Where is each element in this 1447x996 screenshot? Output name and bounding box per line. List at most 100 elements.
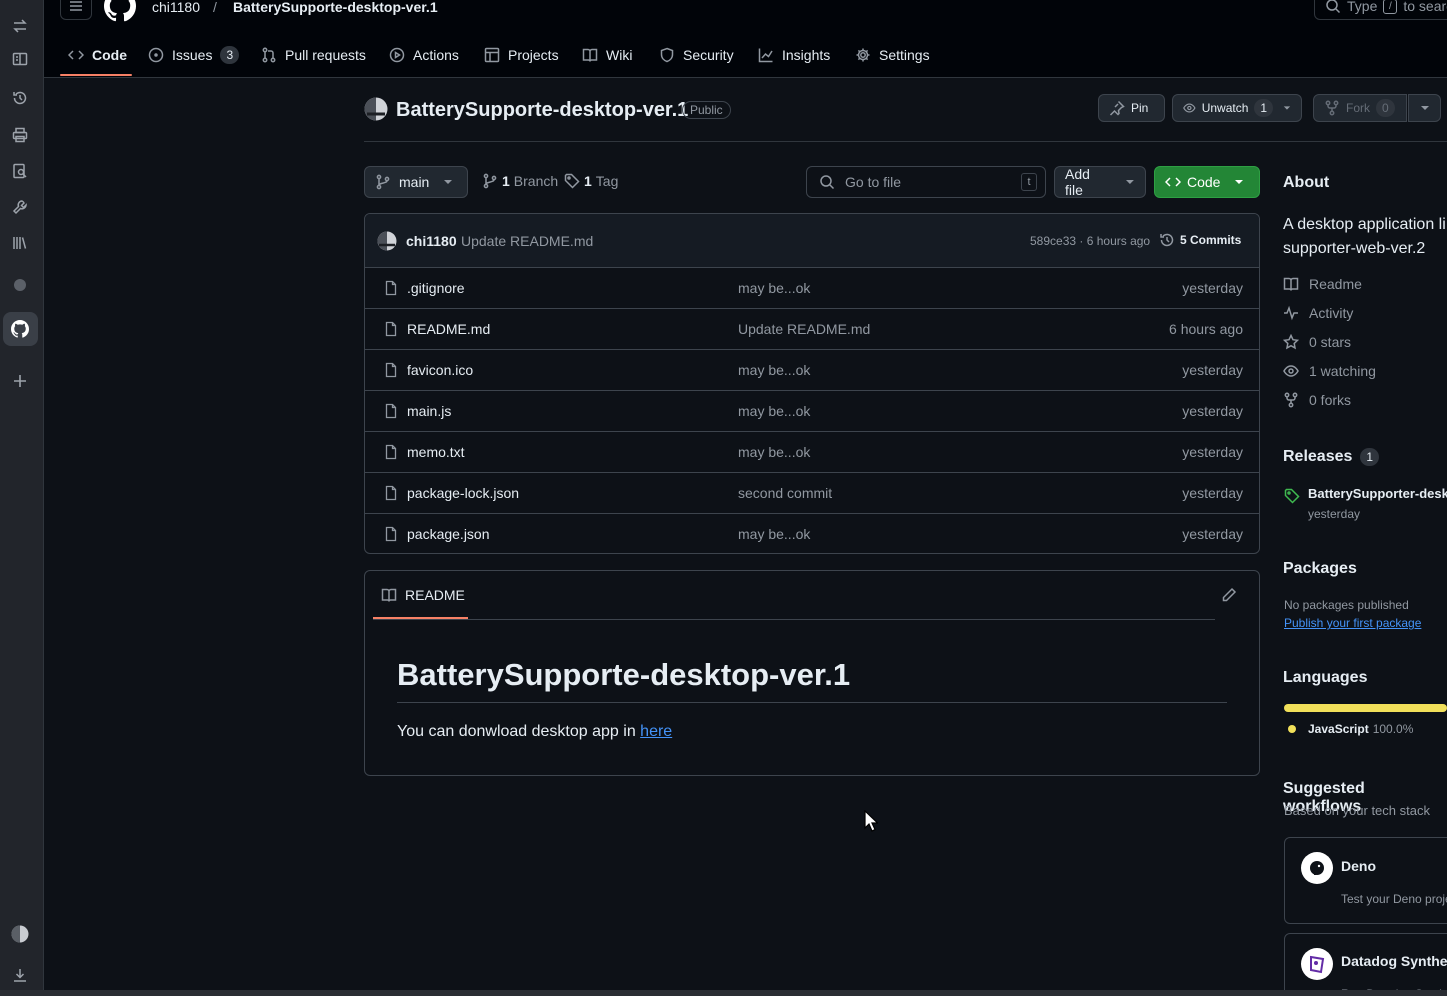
- tab-insights-label: Insights: [782, 47, 831, 63]
- tags-link[interactable]: 1 Tag: [564, 173, 618, 189]
- forks-link[interactable]: 0 forks: [1283, 392, 1351, 408]
- workflow-card-datadog[interactable]: Datadog Synthet Run Datadog Synth: [1284, 933, 1447, 996]
- file-name[interactable]: package.json: [407, 526, 490, 542]
- file-commit-message[interactable]: may be...ok: [738, 444, 810, 460]
- pencil-icon: [1222, 587, 1237, 602]
- search-icon: [1326, 0, 1341, 14]
- file-row[interactable]: package-lock.json second commit yesterda…: [365, 473, 1259, 514]
- branch-selector[interactable]: main: [364, 166, 468, 198]
- shield-icon: [660, 47, 674, 63]
- readme-text: You can donwload desktop app in: [397, 723, 636, 740]
- file-date: yesterday: [1182, 526, 1243, 542]
- breadcrumb-owner[interactable]: chi1180: [152, 0, 200, 15]
- search-doc-icon[interactable]: [10, 161, 30, 181]
- commits-link[interactable]: 5 Commits: [1159, 232, 1241, 248]
- file-commit-message[interactable]: may be...ok: [738, 526, 810, 542]
- add-file-button[interactable]: Add file: [1054, 166, 1146, 198]
- commit-hash-time[interactable]: 589ce33 · 6 hours ago: [1030, 234, 1150, 248]
- file-name[interactable]: memo.txt: [407, 444, 465, 460]
- readme-download-link[interactable]: here: [640, 723, 672, 740]
- branch-icon: [376, 174, 390, 190]
- pull-request-icon: [262, 47, 276, 63]
- file-row[interactable]: memo.txt may be...ok yesterday: [365, 432, 1259, 473]
- code-dropdown-button[interactable]: Code: [1154, 166, 1260, 198]
- tab-insights[interactable]: Insights: [758, 44, 830, 66]
- file-row[interactable]: package.json may be...ok yesterday: [365, 514, 1259, 553]
- tab-wiki[interactable]: Wiki: [582, 44, 632, 66]
- language-bar: [1284, 704, 1447, 712]
- tab-actions[interactable]: Actions: [389, 44, 459, 66]
- branches-link[interactable]: 1 Branch: [482, 173, 558, 189]
- file-row[interactable]: main.js may be...ok yesterday: [365, 391, 1259, 432]
- go-to-file-input[interactable]: Go to file t: [806, 166, 1046, 198]
- repo-title[interactable]: BatterySupporte-desktop-ver.1: [396, 99, 688, 122]
- github-logo-icon[interactable]: [104, 0, 136, 22]
- tab-security[interactable]: Security: [659, 44, 734, 66]
- breadcrumb-repo[interactable]: BatterySupporte-desktop-ver.1: [233, 0, 438, 15]
- window-bottom-edge: [0, 990, 1447, 996]
- packages-title[interactable]: Packages: [1283, 560, 1357, 578]
- file-commit-message[interactable]: may be...ok: [738, 403, 810, 419]
- file-name[interactable]: .gitignore: [407, 280, 465, 296]
- tab-projects[interactable]: Projects: [484, 44, 559, 66]
- tag-count: 1: [584, 173, 592, 189]
- library-icon[interactable]: [10, 233, 30, 253]
- language-item-javascript[interactable]: JavaScript 100.0%: [1288, 722, 1413, 736]
- watching-link[interactable]: 1 watching: [1283, 363, 1376, 379]
- add-app-icon[interactable]: [10, 371, 30, 391]
- file-name[interactable]: package-lock.json: [407, 485, 519, 501]
- hamburger-menu-button[interactable]: [60, 0, 92, 20]
- workflow-card-deno[interactable]: Deno Test your Deno proje: [1284, 837, 1447, 924]
- file-row[interactable]: favicon.ico may be...ok yesterday: [365, 350, 1259, 391]
- workflow-desc: Test your Deno proje: [1341, 892, 1447, 906]
- wrench-icon[interactable]: [10, 197, 30, 217]
- language-color-dot-icon: [1288, 725, 1296, 733]
- tag-icon: [564, 173, 580, 189]
- readme-divider: [373, 619, 1215, 620]
- unwatch-button[interactable]: Unwatch 1: [1172, 94, 1302, 122]
- swap-icon[interactable]: [10, 16, 30, 36]
- tab-issues[interactable]: Issues 3: [148, 44, 240, 66]
- repo-avatar[interactable]: [364, 97, 388, 121]
- file-commit-message[interactable]: second commit: [738, 485, 832, 501]
- file-date: yesterday: [1182, 362, 1243, 378]
- edit-readme-button[interactable]: [1221, 587, 1237, 603]
- pin-icon: [1109, 100, 1125, 116]
- release-name[interactable]: BatterySupporter-deskt: [1308, 486, 1447, 501]
- activity-link[interactable]: Activity: [1283, 305, 1353, 321]
- tab-code-label: Code: [92, 47, 127, 63]
- tab-settings[interactable]: Settings: [855, 44, 930, 66]
- file-name[interactable]: favicon.ico: [407, 362, 473, 378]
- file-row[interactable]: README.md Update README.md 6 hours ago: [365, 309, 1259, 350]
- readme-link[interactable]: Readme: [1283, 276, 1362, 292]
- file-commit-message[interactable]: may be...ok: [738, 362, 810, 378]
- pin-button[interactable]: Pin: [1098, 94, 1165, 122]
- extension-dot-icon[interactable]: [10, 275, 30, 295]
- global-search-input[interactable]: Type / to search: [1314, 0, 1447, 20]
- profile-avatar-icon[interactable]: [10, 924, 30, 944]
- print-icon[interactable]: [10, 125, 30, 145]
- file-name[interactable]: README.md: [407, 321, 490, 337]
- file-name[interactable]: main.js: [407, 403, 451, 419]
- releases-header[interactable]: Releases 1: [1283, 448, 1380, 466]
- fork-dropdown-button[interactable]: [1408, 94, 1441, 122]
- history-icon[interactable]: [10, 88, 30, 108]
- file-commit-message[interactable]: Update README.md: [738, 321, 870, 337]
- fork-button[interactable]: Fork 0: [1313, 94, 1407, 122]
- file-row[interactable]: .gitignore may be...ok yesterday: [365, 268, 1259, 309]
- branch-icon: [483, 173, 497, 189]
- commit-author[interactable]: chi1180: [406, 233, 457, 249]
- about-description-line1: A desktop application li: [1283, 216, 1446, 233]
- stars-link[interactable]: 0 stars: [1283, 334, 1351, 350]
- commit-message[interactable]: Update README.md: [461, 233, 593, 249]
- tab-pull-requests[interactable]: Pull requests: [261, 44, 366, 66]
- download-icon[interactable]: [10, 965, 30, 985]
- publish-package-link[interactable]: Publish your first package: [1284, 616, 1421, 630]
- reading-list-icon[interactable]: [10, 49, 30, 69]
- author-avatar[interactable]: [377, 231, 397, 251]
- github-app-icon[interactable]: [10, 319, 30, 339]
- play-icon: [389, 47, 405, 63]
- tab-code[interactable]: Code: [68, 44, 127, 66]
- readme-tab[interactable]: README: [381, 587, 465, 603]
- file-commit-message[interactable]: may be...ok: [738, 280, 810, 296]
